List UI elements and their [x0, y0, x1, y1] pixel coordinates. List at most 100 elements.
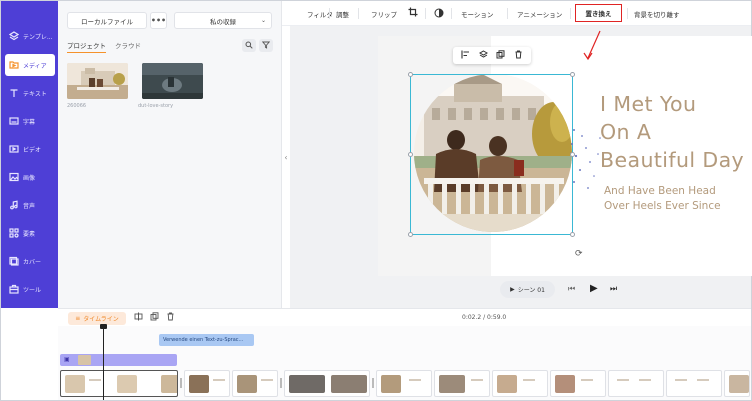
clip-text-line: [675, 379, 687, 381]
play-icon[interactable]: ▶: [590, 283, 598, 294]
media-thumbnail-2[interactable]: [142, 63, 203, 99]
align-icon[interactable]: [461, 50, 470, 61]
duplicate-icon[interactable]: [496, 50, 505, 61]
clip-text-line: [471, 379, 483, 381]
top-toolbar: フィルタ 調整 フリップ モーション アニメーション 置き換え 背景を切り離す: [282, 1, 751, 26]
slide-title-line-3[interactable]: Beautiful Day: [600, 148, 744, 172]
rail-item-media[interactable]: メディア: [5, 54, 55, 76]
copy-icon[interactable]: [150, 312, 159, 323]
media-thumbnail-1-label: 260066: [67, 103, 87, 109]
local-file-button[interactable]: ローカルファイル: [67, 12, 147, 29]
play-small-icon: ▶: [510, 286, 515, 293]
rail-item-label: 要素: [23, 230, 36, 238]
resize-handle[interactable]: [408, 152, 413, 157]
toolbar-divider: [358, 8, 359, 19]
video-icon: [9, 144, 19, 154]
rail-item-subtitle[interactable]: 字幕: [5, 110, 55, 132]
rail-item-label: メディア: [23, 62, 47, 70]
rail-item-audio[interactable]: 音声: [5, 194, 55, 216]
rail-item-video[interactable]: ビデオ: [5, 138, 55, 160]
timeline-clip[interactable]: [434, 370, 490, 397]
resize-handle[interactable]: [408, 232, 413, 237]
collection-select[interactable]: 私の収録 ⌄: [174, 12, 272, 29]
collapse-panel-button[interactable]: ‹: [282, 147, 290, 167]
slide-title-line-2[interactable]: On A: [600, 120, 651, 144]
search-button[interactable]: [242, 39, 256, 52]
rail-item-elements[interactable]: 要素: [5, 222, 55, 244]
clip-text-line: [409, 379, 421, 381]
rail-item-text[interactable]: テキスト: [5, 82, 55, 104]
tab-cloud[interactable]: クラウド: [115, 40, 141, 53]
slide-title-line-1[interactable]: I Met You: [600, 92, 696, 116]
elements-icon: [9, 228, 19, 238]
clip-text-line: [639, 379, 651, 381]
player-controls: ▶ シーン 01 ⏮ ▶ ⏭: [500, 281, 751, 306]
animation-tool[interactable]: アニメーション: [517, 9, 562, 19]
timeline-clip[interactable]: [376, 370, 432, 397]
music-icon: [9, 200, 19, 210]
timeline-clip[interactable]: [284, 370, 370, 397]
toolbar-divider: [507, 8, 508, 19]
clip-photo: [439, 375, 465, 393]
subtitle-icon: [9, 116, 19, 126]
slide-subtitle-line-1[interactable]: And Have Been Head: [604, 185, 716, 197]
tab-project[interactable]: プロジェクト: [67, 40, 106, 53]
toolbox-icon: [9, 284, 19, 294]
trash-icon[interactable]: [514, 50, 523, 61]
crop-tool[interactable]: [408, 7, 418, 19]
clip-divider[interactable]: [372, 378, 374, 388]
more-options-button[interactable]: •••: [150, 12, 167, 29]
filter-button[interactable]: [259, 39, 273, 52]
media-thumbnail-1[interactable]: [67, 63, 128, 99]
timeline-clip[interactable]: [184, 370, 230, 397]
resize-handle[interactable]: [570, 72, 575, 77]
toolbar-divider: [570, 8, 571, 19]
playhead[interactable]: [103, 325, 104, 400]
clip-text-line: [213, 379, 225, 381]
timeline-clip[interactable]: [608, 370, 664, 397]
rail-item-templates[interactable]: テンプレ...: [5, 25, 55, 47]
rotate-handle[interactable]: ⟳: [575, 249, 583, 259]
motion-tool[interactable]: モーション: [461, 9, 493, 19]
timeline-toggle[interactable]: ≡ タイムライン: [68, 312, 126, 325]
opacity-tool[interactable]: [434, 8, 444, 20]
selection-box[interactable]: [410, 74, 573, 235]
timeline-clip[interactable]: [232, 370, 278, 397]
crop-icon: [408, 7, 418, 19]
rail-item-cover[interactable]: カバー: [5, 250, 55, 272]
tts-track-chip[interactable]: Verwende einen Text-zu-Sprac...: [159, 334, 254, 346]
timeline-icon: ≡: [75, 315, 81, 322]
canvas-workspace: ⟳ I Met You On A Beautiful Day And Have …: [290, 26, 752, 308]
detach-background-button[interactable]: 背景を切り離す: [634, 9, 680, 19]
slide-canvas[interactable]: ⟳ I Met You On A Beautiful Day And Have …: [378, 36, 752, 276]
media-track-bar[interactable]: ▣: [60, 354, 177, 366]
resize-handle[interactable]: [408, 72, 413, 77]
clip-text-line: [617, 379, 629, 381]
panel-tabs: プロジェクト クラウド: [67, 40, 141, 53]
scene-selector[interactable]: ▶ シーン 01: [500, 281, 555, 298]
timeline-clip[interactable]: [492, 370, 548, 397]
toolbar-divider: [627, 8, 628, 19]
timeline-clip[interactable]: [60, 370, 178, 397]
track-thumbnail: [78, 355, 91, 365]
previous-icon[interactable]: ⏮: [568, 284, 575, 294]
slide-subtitle-line-2[interactable]: Over Heels Ever Since: [604, 200, 721, 212]
clip-divider[interactable]: [280, 378, 282, 388]
timeline-clip[interactable]: [550, 370, 606, 397]
next-icon[interactable]: ⏭: [610, 284, 617, 294]
timeline-clip[interactable]: [666, 370, 722, 397]
timeline-clip[interactable]: [724, 370, 750, 397]
adjust-tool[interactable]: 調整: [336, 9, 349, 19]
rail-item-image[interactable]: 画像: [5, 166, 55, 188]
split-icon[interactable]: [134, 312, 143, 323]
flip-tool[interactable]: フリップ: [371, 9, 397, 19]
media-panel: ローカルファイル ••• 私の収録 ⌄ プロジェクト クラウド 260066 d…: [58, 1, 282, 308]
clip-divider[interactable]: [180, 378, 182, 388]
rail-item-tools[interactable]: ツール: [5, 278, 55, 300]
layers-icon[interactable]: [478, 50, 488, 61]
rail-item-label: テンプレ...: [23, 33, 53, 41]
trash-icon[interactable]: [166, 312, 175, 323]
clip-photo: [65, 375, 85, 393]
replace-button[interactable]: 置き換え: [575, 4, 622, 22]
resize-handle[interactable]: [570, 232, 575, 237]
